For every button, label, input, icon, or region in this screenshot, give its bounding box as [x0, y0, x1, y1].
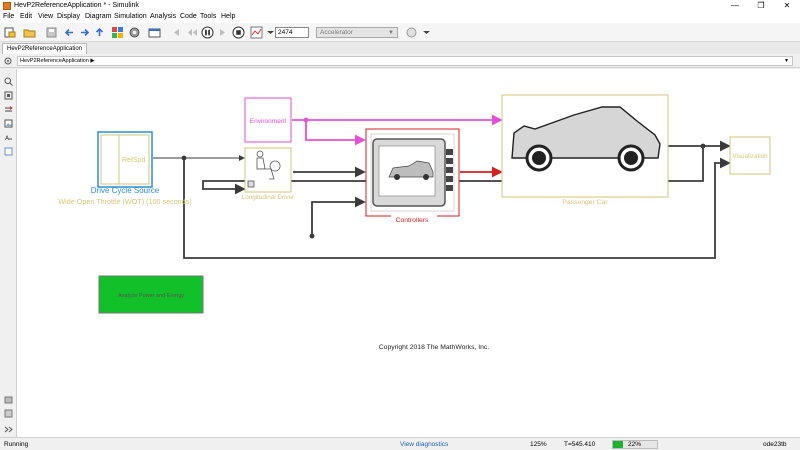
open-folder-icon[interactable] — [23, 26, 36, 39]
step-back-fast-icon[interactable] — [186, 26, 199, 39]
data-inspector-icon[interactable] — [250, 26, 263, 39]
window-title: HevP2ReferenceApplication * - Simulink — [14, 2, 139, 9]
hide-explorer-icon[interactable] — [4, 57, 12, 65]
model-explorer-icon[interactable] — [148, 26, 161, 39]
zoom-icon[interactable] — [4, 77, 13, 86]
menu-view[interactable]: View — [38, 13, 53, 20]
model-settings-icon[interactable] — [128, 26, 141, 39]
menu-edit[interactable]: Edit — [20, 13, 32, 20]
chevron-down-icon[interactable] — [420, 26, 433, 39]
menu-help[interactable]: Help — [221, 13, 235, 20]
close-button[interactable]: ✕ — [774, 0, 800, 12]
environment-block[interactable]: Environment — [244, 97, 292, 143]
pause-button[interactable] — [201, 26, 214, 39]
stop-button[interactable] — [232, 26, 245, 39]
library-browser-icon[interactable] — [111, 26, 124, 39]
arrow-left-right-icon[interactable] — [4, 105, 13, 114]
status-bar: Running View diagnostics 125% T=545.410 … — [0, 437, 800, 450]
zoom-level: 125% — [530, 441, 547, 448]
breadcrumb[interactable]: HevP2ReferenceApplication ▶ ▼ — [17, 56, 793, 66]
longitudinal-driver-block[interactable]: Longitudinal Driver — [242, 147, 295, 201]
progress-label: 22% — [628, 441, 642, 448]
refspd-port-label: RefSpd — [122, 157, 145, 164]
menu-diagram[interactable]: Diagram — [85, 13, 111, 20]
controllers-label: Controllers — [396, 217, 429, 224]
tool-palette: A — [0, 69, 17, 437]
controllers-block[interactable]: Controllers — [365, 128, 460, 224]
diagram-canvas[interactable]: RefSpd Drive Cycle Source Wide Open Thro… — [17, 69, 800, 437]
menu-display[interactable]: Display — [57, 13, 80, 20]
drive-cycle-source-block[interactable]: RefSpd Drive Cycle Source Wide Open Thro… — [58, 131, 192, 206]
menu-code[interactable]: Code — [180, 13, 197, 20]
image-icon[interactable] — [4, 119, 13, 128]
save-icon[interactable] — [45, 26, 58, 39]
menu-file[interactable]: File — [3, 13, 14, 20]
chevron-down-icon[interactable]: ▼ — [784, 57, 789, 66]
copyright-annotation: Copyright 2018 The MathWorks, Inc. — [379, 344, 490, 351]
explorer-bar: HevP2ReferenceApplication ▶ ▼ — [0, 54, 800, 68]
toolbar: 2474 Accelerator ▼ — [0, 23, 800, 42]
branch-point-environment — [303, 117, 309, 123]
breadcrumb-arrow-icon: ▶ — [90, 58, 95, 64]
back-arrow-icon[interactable] — [63, 26, 76, 39]
visualization-block[interactable]: Visualization — [729, 136, 771, 175]
progress-fill — [613, 441, 623, 448]
properties-icon[interactable] — [4, 409, 13, 418]
passenger-car-label: Passenger Car — [562, 199, 608, 206]
menu-bar: File Edit View Display Diagram Simulatio… — [0, 12, 800, 23]
model-browser-icon[interactable] — [4, 395, 13, 404]
analyze-power-energy-label: Analyze Power and Energy — [118, 293, 185, 299]
passenger-car-block[interactable]: Passenger Car — [501, 94, 669, 206]
simulation-mode-select[interactable]: Accelerator ▼ — [316, 27, 398, 38]
branch-point-feedback — [309, 233, 315, 239]
step-forward-icon[interactable] — [216, 26, 229, 39]
drive-cycle-subtitle: Wide Open Throttle (WOT) (100 seconds) — [58, 197, 191, 206]
maximize-button[interactable]: ❐ — [748, 0, 774, 12]
title-bar: HevP2ReferenceApplication * - Simulink —… — [0, 0, 800, 12]
forward-arrow-icon[interactable] — [78, 26, 91, 39]
tab-hevp2referenceapplication[interactable]: HevP2ReferenceApplication — [2, 43, 88, 54]
solver-name[interactable]: ode23tb — [763, 441, 787, 448]
minimize-button[interactable]: — — [722, 0, 748, 12]
model-tab-strip: HevP2ReferenceApplication — [0, 42, 800, 54]
stop-time-field[interactable]: 2474 — [275, 27, 309, 38]
fast-restart-icon[interactable] — [405, 26, 418, 39]
block-diagram: RefSpd Drive Cycle Source Wide Open Thro… — [58, 94, 771, 351]
menu-analysis[interactable]: Analysis — [150, 13, 176, 20]
simulation-mode-value: Accelerator — [320, 29, 353, 36]
environment-to-controllers-line — [305, 120, 366, 146]
branch-point-car-output — [700, 143, 706, 149]
step-back-icon[interactable] — [170, 26, 183, 39]
drive-cycle-source-label: Drive Cycle Source — [91, 186, 160, 195]
new-model-icon[interactable] — [3, 26, 16, 39]
simulation-time: T=545.410 — [564, 441, 596, 448]
area-icon[interactable] — [4, 147, 13, 156]
environment-label: Environment — [250, 118, 287, 125]
up-arrow-icon[interactable] — [93, 26, 106, 39]
menu-tools[interactable]: Tools — [200, 13, 216, 20]
chevron-down-icon: ▼ — [388, 30, 394, 36]
simulation-status: Running — [4, 441, 29, 448]
analyze-power-energy-block[interactable]: Analyze Power and Energy — [98, 275, 204, 314]
menu-simulation[interactable]: Simulation — [114, 13, 147, 20]
expand-palette-icon[interactable] — [4, 425, 13, 434]
longitudinal-driver-label: Longitudinal Driver — [242, 194, 295, 201]
visualization-label: Visualization — [732, 153, 768, 160]
simulink-app-icon — [3, 2, 11, 10]
fit-to-view-icon[interactable] — [4, 91, 13, 100]
breadcrumb-model[interactable]: HevP2ReferenceApplication — [20, 58, 89, 64]
feedback-to-controllers-line — [311, 196, 366, 236]
branch-point-refspd — [181, 155, 187, 161]
view-diagnostics-link[interactable]: View diagnostics — [400, 441, 448, 448]
annotation-icon[interactable]: A — [4, 133, 13, 142]
